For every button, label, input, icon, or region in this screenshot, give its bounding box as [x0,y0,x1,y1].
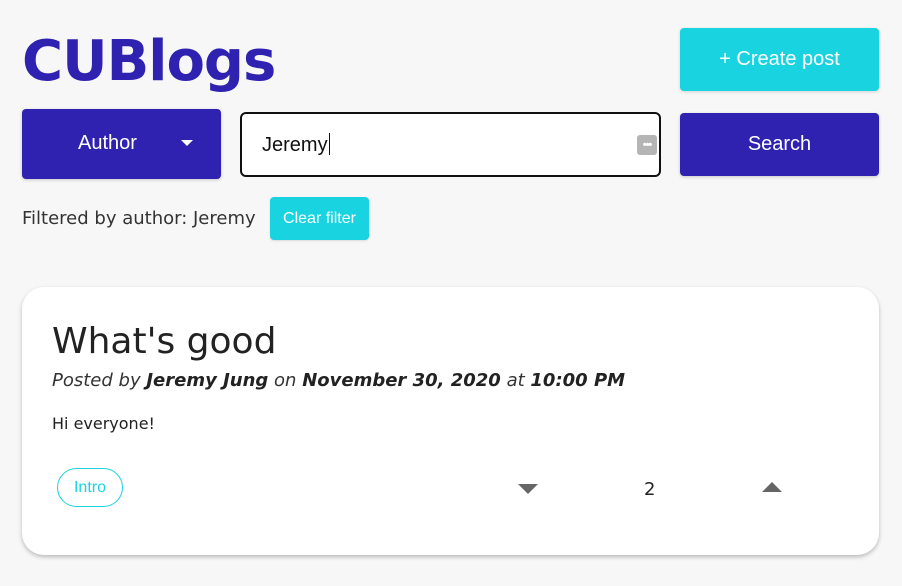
create-post-button[interactable]: + Create post [680,28,879,91]
text-cursor [328,133,330,155]
post-body: Hi everyone! [52,414,155,433]
post-date: November 30, 2020 [302,370,501,391]
search-button[interactable]: Search [680,113,879,176]
at-word: at [506,370,525,391]
post-time: 10:00 PM [530,370,626,391]
upvote-icon[interactable] [762,482,782,492]
search-input-value: Jeremy [262,133,330,156]
post-title[interactable]: What's good [52,321,276,362]
search-input[interactable]: Jeremy ••• [240,112,661,177]
on-word: on [274,370,297,391]
filter-status-text: Filtered by author: Jeremy [22,208,256,229]
filter-type-selected: Author [78,132,137,154]
downvote-icon[interactable] [518,484,538,494]
more-dots-icon[interactable]: ••• [637,135,657,155]
post-meta: Posted by Jeremy Jung on November 30, 20… [52,370,625,391]
posted-by-prefix: Posted by [52,370,141,391]
post-author: Jeremy Jung [146,370,269,391]
post-card: What's good Posted by Jeremy Jung on Nov… [22,287,879,555]
vote-count: 2 [644,479,656,500]
chevron-down-icon [181,140,193,146]
tag-chip[interactable]: Intro [57,468,123,507]
filter-type-select[interactable]: Author [22,109,221,179]
app-logo: CUBlogs [22,29,276,94]
clear-filter-button[interactable]: Clear filter [270,197,369,240]
